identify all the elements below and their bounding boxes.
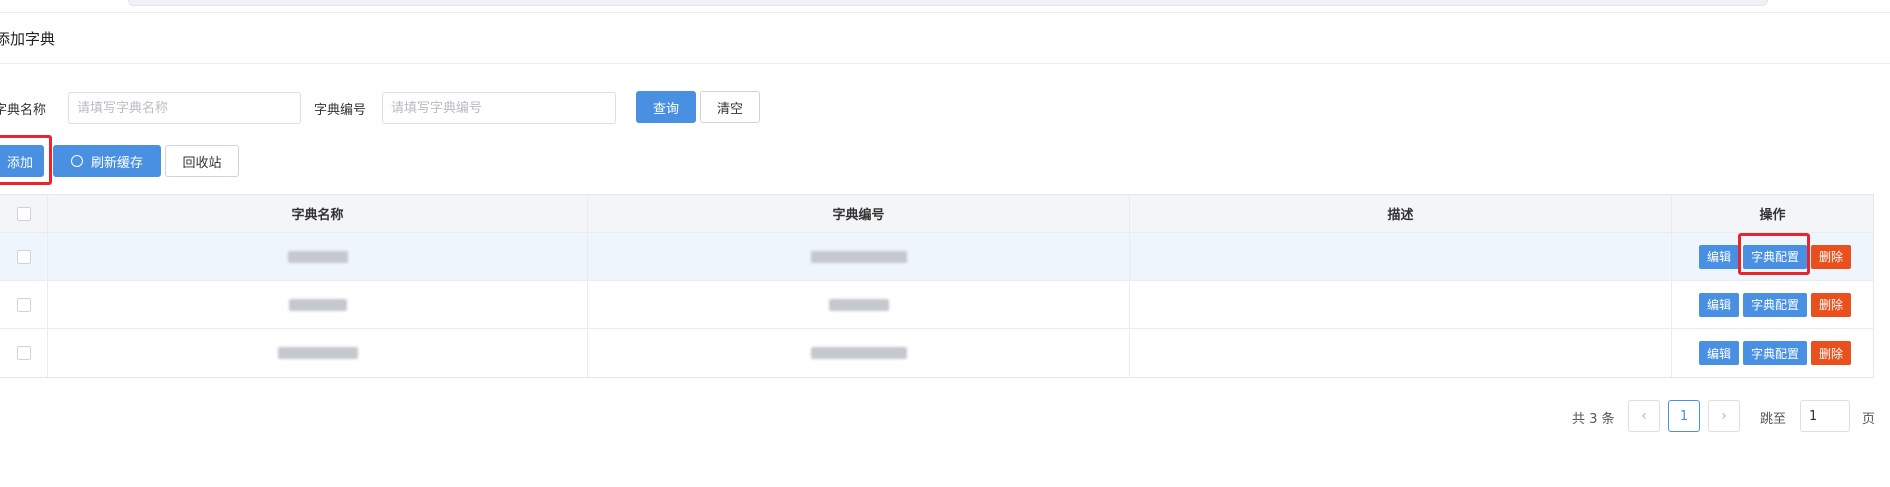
chevron-right-icon: › bbox=[1721, 408, 1727, 424]
table-header: 字典名称 字典编号 描述 操作 bbox=[0, 195, 1873, 233]
dict-config-button[interactable]: 字典配置 bbox=[1742, 244, 1807, 269]
page-number-current[interactable]: 1 bbox=[1668, 400, 1700, 432]
dict-config-button[interactable]: 字典配置 bbox=[1742, 292, 1807, 317]
header-checkbox-cell bbox=[0, 195, 48, 232]
column-header-desc: 描述 bbox=[1130, 195, 1672, 232]
page-suffix: 页 bbox=[1862, 412, 1876, 427]
page-title: 添加字典 bbox=[0, 30, 56, 48]
divider bbox=[0, 63, 1890, 64]
dict-name-input[interactable] bbox=[68, 92, 301, 124]
delete-button[interactable]: 删除 bbox=[1810, 244, 1851, 269]
select-all-checkbox[interactable] bbox=[16, 206, 31, 221]
redacted-code bbox=[810, 250, 907, 263]
dict-name-label: 字典名称 bbox=[0, 103, 47, 118]
divider bbox=[0, 12, 1890, 13]
dict-table: 字典名称 字典编号 描述 操作 编辑 字典配置 删除 编辑 字典配置 删除 编辑… bbox=[0, 194, 1874, 378]
delete-button[interactable]: 删除 bbox=[1810, 341, 1851, 365]
chevron-left-icon: ‹ bbox=[1641, 408, 1647, 424]
column-header-code: 字典编号 bbox=[588, 195, 1130, 232]
desc-cell bbox=[1130, 281, 1672, 328]
table-row: 编辑 字典配置 删除 bbox=[0, 233, 1873, 281]
dict-code-label: 字典编号 bbox=[314, 103, 367, 118]
page: 添加字典 字典名称 字典编号 查询 清空 添加 刷新缓存 回收站 字典名称 字典… bbox=[0, 0, 1890, 487]
table-row: 编辑 字典配置 删除 bbox=[0, 281, 1873, 329]
edit-button[interactable]: 编辑 bbox=[1698, 292, 1739, 317]
goto-page-input[interactable] bbox=[1800, 400, 1850, 432]
redacted-name bbox=[287, 250, 348, 263]
desc-cell bbox=[1130, 233, 1672, 280]
circle-icon bbox=[70, 155, 83, 167]
top-bar bbox=[128, 0, 1768, 6]
table-row: 编辑 字典配置 删除 bbox=[0, 329, 1873, 377]
desc-cell bbox=[1130, 329, 1672, 377]
row-checkbox[interactable] bbox=[16, 297, 31, 312]
prev-page-button[interactable]: ‹ bbox=[1628, 400, 1660, 432]
dict-config-button[interactable]: 字典配置 bbox=[1742, 341, 1807, 365]
dict-code-input[interactable] bbox=[382, 92, 616, 124]
row-checkbox[interactable] bbox=[16, 249, 31, 264]
column-header-name: 字典名称 bbox=[48, 195, 588, 232]
redacted-code bbox=[810, 347, 907, 359]
ops-cell: 编辑 字典配置 删除 bbox=[1672, 329, 1873, 377]
edit-button[interactable]: 编辑 bbox=[1698, 341, 1739, 365]
redacted-name bbox=[277, 347, 358, 359]
refresh-cache-button[interactable]: 刷新缓存 bbox=[53, 145, 161, 177]
redacted-code bbox=[828, 298, 889, 311]
query-button[interactable]: 查询 bbox=[636, 91, 696, 123]
ops-cell: 编辑 字典配置 删除 bbox=[1672, 281, 1873, 328]
delete-button[interactable]: 删除 bbox=[1810, 292, 1851, 317]
recycle-bin-button[interactable]: 回收站 bbox=[165, 145, 239, 177]
ops-cell: 编辑 字典配置 删除 bbox=[1672, 233, 1873, 280]
add-button[interactable]: 添加 bbox=[0, 145, 44, 177]
column-header-ops: 操作 bbox=[1759, 208, 1786, 223]
row-checkbox[interactable] bbox=[16, 346, 31, 360]
redacted-name bbox=[288, 298, 347, 311]
goto-label: 跳至 bbox=[1760, 412, 1787, 427]
total-count: 共 3 条 bbox=[1572, 412, 1615, 427]
edit-button[interactable]: 编辑 bbox=[1698, 244, 1739, 269]
clear-button[interactable]: 清空 bbox=[700, 91, 760, 123]
refresh-cache-label: 刷新缓存 bbox=[90, 155, 143, 171]
next-page-button[interactable]: › bbox=[1708, 400, 1740, 432]
